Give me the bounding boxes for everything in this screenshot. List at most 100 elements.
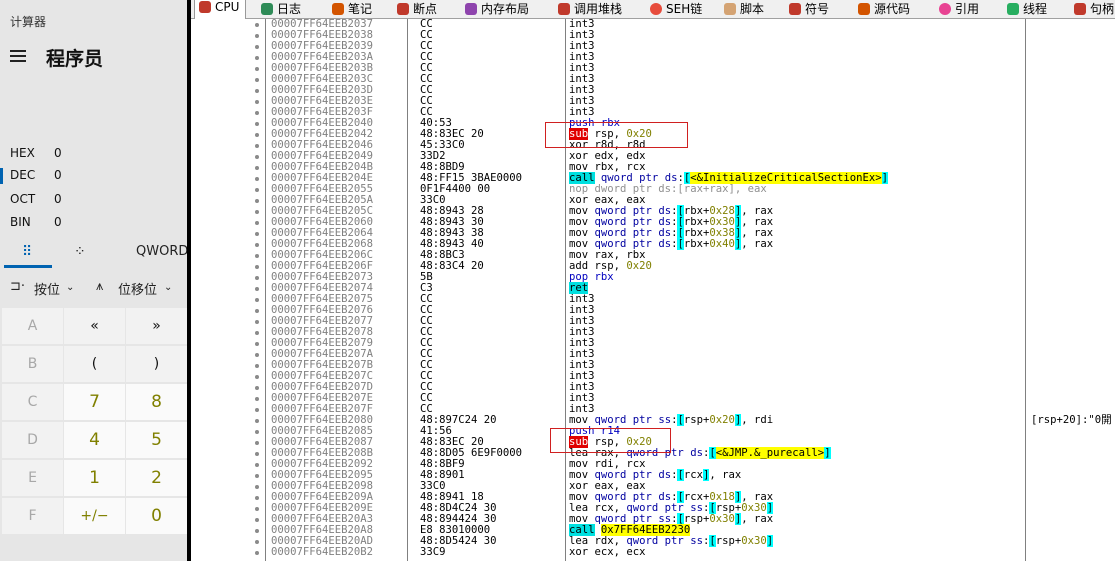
tab-label: 线程 bbox=[1023, 2, 1048, 16]
breakpoint-dot[interactable] bbox=[255, 540, 259, 544]
tab-references[interactable]: 引用 bbox=[939, 0, 979, 18]
tab-label: 源代码 bbox=[874, 2, 911, 16]
breakpoint-gutter[interactable] bbox=[191, 19, 267, 561]
tab-breakpoints[interactable]: 断点 bbox=[397, 0, 437, 18]
key-a[interactable]: A bbox=[2, 308, 63, 344]
tab-log[interactable]: 日志 bbox=[261, 0, 301, 18]
breakpoint-dot[interactable] bbox=[255, 221, 259, 225]
tab-symbols[interactable]: 符号 bbox=[789, 0, 829, 18]
tab-script[interactable]: 脚本 bbox=[724, 0, 764, 18]
breakpoint-dot[interactable] bbox=[255, 34, 259, 38]
breakpoint-dot[interactable] bbox=[255, 529, 259, 533]
key-negate[interactable]: +/− bbox=[64, 498, 125, 534]
breakpoint-dot[interactable] bbox=[255, 441, 259, 445]
breakpoint-dot[interactable] bbox=[255, 364, 259, 368]
bitshift-dropdown[interactable]: 位移位 bbox=[118, 279, 157, 298]
breakpoint-dot[interactable] bbox=[255, 232, 259, 236]
breakpoint-dot[interactable] bbox=[255, 100, 259, 104]
key-c[interactable]: C bbox=[2, 384, 63, 420]
breakpoint-dot[interactable] bbox=[255, 45, 259, 49]
key-left-shift[interactable]: « bbox=[64, 308, 125, 344]
breakpoint-dot[interactable] bbox=[255, 78, 259, 82]
breakpoint-dot[interactable] bbox=[255, 254, 259, 258]
breakpoint-dot[interactable] bbox=[255, 23, 259, 27]
tab-threads[interactable]: 线程 bbox=[1007, 0, 1047, 18]
key-b[interactable]: B bbox=[2, 346, 63, 382]
hamburger-menu-icon[interactable] bbox=[10, 50, 26, 65]
breakpoint-dot[interactable] bbox=[255, 111, 259, 115]
key-2[interactable]: 2 bbox=[126, 460, 187, 496]
tab-seh[interactable]: SEH链 bbox=[650, 0, 702, 18]
key-f[interactable]: F bbox=[2, 498, 63, 534]
breakpoint-dot[interactable] bbox=[255, 287, 259, 291]
word-size-button[interactable]: QWORD bbox=[136, 244, 187, 259]
breakpoint-dot[interactable] bbox=[255, 408, 259, 412]
active-tab-underline bbox=[4, 265, 52, 268]
bitwise-dropdown[interactable]: 按位 bbox=[34, 279, 60, 298]
radix-value: 0 bbox=[54, 192, 62, 206]
key-1[interactable]: 1 bbox=[64, 460, 125, 496]
key-5[interactable]: 5 bbox=[126, 422, 187, 458]
tab-label: 笔记 bbox=[348, 2, 373, 16]
breakpoint-dot[interactable] bbox=[255, 496, 259, 500]
breakpoint-dot[interactable] bbox=[255, 485, 259, 489]
key-4[interactable]: 4 bbox=[64, 422, 125, 458]
radix-bin[interactable]: BIN 0 bbox=[0, 212, 187, 234]
key-8[interactable]: 8 bbox=[126, 384, 187, 420]
key-close-paren[interactable]: ) bbox=[126, 346, 187, 382]
breakpoint-dot[interactable] bbox=[255, 56, 259, 60]
breakpoint-dot[interactable] bbox=[255, 518, 259, 522]
script-icon bbox=[724, 3, 736, 15]
red-annotation-box bbox=[550, 428, 671, 453]
breakpoint-dot[interactable] bbox=[255, 507, 259, 511]
tab-notes[interactable]: 笔记 bbox=[332, 0, 372, 18]
key-open-paren[interactable]: ( bbox=[64, 346, 125, 382]
breakpoint-dot[interactable] bbox=[255, 463, 259, 467]
breakpoint-dot[interactable] bbox=[255, 122, 259, 126]
breakpoint-dot[interactable] bbox=[255, 276, 259, 280]
breakpoint-dot[interactable] bbox=[255, 551, 259, 555]
breakpoint-dot[interactable] bbox=[255, 419, 259, 423]
breakpoint-dot[interactable] bbox=[255, 67, 259, 71]
breakpoint-dot[interactable] bbox=[255, 298, 259, 302]
breakpoint-dot[interactable] bbox=[255, 309, 259, 313]
tab-call-stack[interactable]: 调用堆栈 bbox=[558, 0, 622, 18]
tab-handles[interactable]: 句柄 bbox=[1074, 0, 1114, 18]
breakpoint-dot[interactable] bbox=[255, 89, 259, 93]
breakpoint-dot[interactable] bbox=[255, 243, 259, 247]
breakpoint-dot[interactable] bbox=[255, 144, 259, 148]
breakpoint-dot[interactable] bbox=[255, 353, 259, 357]
tab-memory-map[interactable]: 内存布局 bbox=[465, 0, 529, 18]
breakpoint-dot[interactable] bbox=[255, 375, 259, 379]
breakpoint-dot[interactable] bbox=[255, 133, 259, 137]
breakpoint-dot[interactable] bbox=[255, 188, 259, 192]
breakpoint-dot[interactable] bbox=[255, 342, 259, 346]
breakpoint-dot[interactable] bbox=[255, 199, 259, 203]
key-d[interactable]: D bbox=[2, 422, 63, 458]
full-keypad-icon[interactable]: ⠿ bbox=[22, 244, 32, 260]
key-0[interactable]: 0 bbox=[126, 498, 187, 534]
breakpoint-dot[interactable] bbox=[255, 386, 259, 390]
breakpoint-dot[interactable] bbox=[255, 452, 259, 456]
radix-hex[interactable]: HEX 0 bbox=[0, 143, 187, 165]
breakpoint-dot[interactable] bbox=[255, 265, 259, 269]
breakpoint-dot[interactable] bbox=[255, 320, 259, 324]
bit-toggle-keypad-icon[interactable]: ⁘ bbox=[74, 244, 86, 260]
breakpoint-dot[interactable] bbox=[255, 210, 259, 214]
breakpoint-dot[interactable] bbox=[255, 474, 259, 478]
breakpoint-dot[interactable] bbox=[255, 177, 259, 181]
disasm-cell: xor ecx, ecx bbox=[569, 546, 646, 558]
tab-cpu[interactable]: CPU bbox=[194, 0, 246, 19]
radix-label: BIN bbox=[10, 215, 31, 229]
breakpoint-dot[interactable] bbox=[255, 155, 259, 159]
breakpoint-dot[interactable] bbox=[255, 166, 259, 170]
radix-oct[interactable]: OCT 0 bbox=[0, 189, 187, 211]
breakpoint-dot[interactable] bbox=[255, 397, 259, 401]
breakpoint-dot[interactable] bbox=[255, 331, 259, 335]
radix-dec[interactable]: DEC 0 bbox=[0, 165, 187, 187]
tab-source[interactable]: 源代码 bbox=[858, 0, 910, 18]
breakpoint-dot[interactable] bbox=[255, 430, 259, 434]
key-7[interactable]: 7 bbox=[64, 384, 125, 420]
key-right-shift[interactable]: » bbox=[126, 308, 187, 344]
key-e[interactable]: E bbox=[2, 460, 63, 496]
